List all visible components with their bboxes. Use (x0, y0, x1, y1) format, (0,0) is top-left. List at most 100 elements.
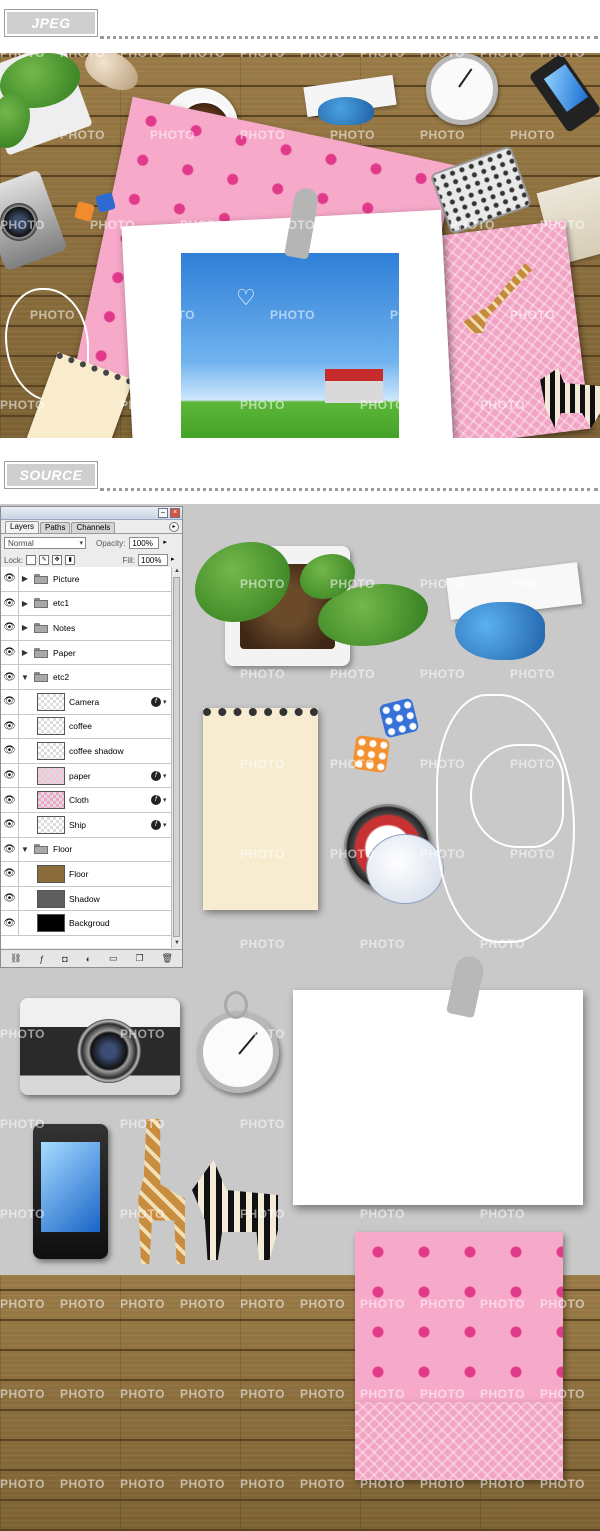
layer-row-floor-group[interactable]: 👁 ▼ Floor (1, 837, 171, 863)
minimize-button[interactable]: – (158, 508, 168, 518)
new-group-icon[interactable]: ▭ (109, 953, 118, 964)
layer-thumbnail (37, 889, 65, 908)
tab-layers[interactable]: Layers (5, 521, 40, 533)
fill-input[interactable]: 100% (138, 554, 168, 566)
visibility-eye-icon[interactable]: 👁 (1, 689, 19, 714)
visibility-eye-icon[interactable]: 👁 (1, 714, 19, 739)
effects-dropdown-icon[interactable]: ▾ (163, 772, 171, 780)
source-section-label: SOURCE (4, 461, 98, 489)
visibility-eye-icon[interactable]: 👁 (1, 640, 19, 665)
cloud-heart-icon: ♡ (236, 285, 256, 310)
layer-name: etc1 (53, 598, 70, 609)
layer-row-notes[interactable]: 👁 ▶ Notes (1, 616, 171, 641)
source-dotted-divider (100, 488, 598, 491)
layer-row-etc1[interactable]: 👁 ▶ etc1 (1, 591, 171, 617)
layer-row-background[interactable]: 👁 Backgroud (1, 911, 171, 936)
camera-lens (0, 203, 38, 241)
panel-menu-icon[interactable]: ▸ (169, 522, 179, 532)
layer-row-cloth[interactable]: 👁 Cloth f ▾ (1, 788, 171, 813)
lock-transparency-icon[interactable] (26, 555, 37, 565)
fill-arrow-icon[interactable]: ▸ (171, 554, 179, 566)
layer-effects-icon[interactable]: f (151, 770, 161, 781)
layer-name: Shadow (69, 893, 100, 904)
visibility-eye-icon[interactable]: 👁 (1, 763, 19, 788)
opacity-label: Opacity: (96, 538, 126, 548)
scroll-up-icon[interactable]: ▲ (172, 567, 182, 576)
expand-triangle-icon[interactable]: ▶ (19, 574, 31, 583)
layer-row-shadow[interactable]: 👁 Shadow (1, 886, 171, 912)
jpeg-dotted-divider (100, 36, 598, 39)
effects-dropdown-icon[interactable]: ▾ (163, 698, 171, 706)
opacity-arrow-icon[interactable]: ▸ (163, 537, 171, 549)
close-button[interactable]: × (170, 508, 180, 518)
layer-row-coffee-shadow[interactable]: 👁 coffee shadow (1, 739, 171, 764)
layer-effects-icon[interactable]: f (151, 696, 161, 707)
visibility-eye-icon[interactable]: 👁 (1, 788, 19, 812)
visibility-eye-icon[interactable]: 👁 (1, 812, 19, 837)
blue-bird-icon (318, 97, 374, 125)
layer-name: Floor (53, 844, 73, 855)
white-photo-frame (293, 990, 583, 1205)
collapse-triangle-icon[interactable]: ▼ (19, 845, 31, 854)
effects-dropdown-icon[interactable]: ▾ (163, 821, 171, 829)
layers-scrollbar[interactable]: ▲ ▼ (171, 567, 182, 948)
lock-position-icon[interactable]: ✥ (52, 555, 63, 565)
layers-list: 👁 ▶ Picture 👁 ▶ etc1 👁 ▶ Notes 👁 ▶ Paper (1, 567, 171, 948)
source-label-text: SOURCE (19, 467, 83, 483)
opacity-input[interactable]: 100% (129, 537, 160, 549)
visibility-eye-icon[interactable]: 👁 (1, 739, 19, 763)
add-mask-icon[interactable]: ◘ (62, 954, 67, 964)
visibility-eye-icon[interactable]: 👁 (1, 616, 19, 640)
layer-style-icon[interactable]: ƒ (39, 954, 44, 964)
layer-row-coffee[interactable]: 👁 coffee (1, 714, 171, 740)
folder-icon (34, 598, 48, 609)
layer-effects-icon[interactable]: f (151, 795, 161, 806)
tab-paths[interactable]: Paths (40, 522, 71, 533)
visibility-eye-icon[interactable]: 👁 (1, 567, 19, 591)
fill-label: Fill: (122, 555, 135, 565)
layers-panel-toolbar: ⛓ ƒ ◘ ◐ ▭ ❐ 🗑 (1, 949, 182, 967)
layer-row-paper[interactable]: 👁 paper f ▾ (1, 763, 171, 789)
jpeg-label-text: JPEG (31, 15, 71, 31)
effects-dropdown-icon[interactable]: ▾ (163, 796, 171, 804)
scrollbar-thumb[interactable] (173, 577, 180, 937)
visibility-eye-icon[interactable]: 👁 (1, 591, 19, 616)
adjustment-layer-icon[interactable]: ◐ (86, 954, 91, 964)
link-layers-icon[interactable]: ⛓ (10, 953, 21, 964)
tab-channels[interactable]: Channels (71, 522, 116, 533)
expand-triangle-icon[interactable]: ▶ (19, 599, 31, 608)
layer-row-camera[interactable]: 👁 Camera f ▾ (1, 689, 171, 715)
visibility-eye-icon[interactable]: 👁 (1, 837, 19, 862)
camera-lens (77, 1019, 141, 1083)
layer-name: Notes (53, 622, 76, 633)
lock-pixels-icon[interactable]: ✎ (39, 555, 50, 565)
lock-all-icon[interactable]: ▮ (65, 555, 76, 565)
blend-mode-select[interactable]: Normal (4, 537, 86, 550)
layer-name: Picture (53, 573, 80, 584)
expand-triangle-icon[interactable]: ▶ (19, 623, 31, 632)
layer-row-ship[interactable]: 👁 Ship f ▾ (1, 812, 171, 838)
visibility-eye-icon[interactable]: 👁 (1, 665, 19, 689)
layer-row-picture[interactable]: 👁 ▶ Picture (1, 567, 171, 592)
new-layer-icon[interactable]: ❐ (136, 953, 144, 964)
expand-triangle-icon[interactable]: ▶ (19, 648, 31, 657)
layer-effects-icon[interactable]: f (151, 819, 161, 830)
layer-row-paper-group[interactable]: 👁 ▶ Paper (1, 640, 171, 666)
visibility-eye-icon[interactable]: 👁 (1, 886, 19, 911)
scroll-down-icon[interactable]: ▼ (172, 939, 182, 948)
layer-name: Ship (69, 819, 87, 830)
visibility-eye-icon[interactable]: 👁 (1, 862, 19, 886)
wooden-giraffe-icon (138, 1119, 185, 1264)
layer-row-floor[interactable]: 👁 Floor (1, 862, 171, 887)
phone-screen (41, 1142, 100, 1232)
red-roof-house-icon (325, 369, 383, 403)
layer-name: Camera (69, 696, 100, 707)
panel-tabs: Layers Paths Channels ▸ (1, 520, 182, 534)
layer-row-etc2[interactable]: 👁 ▼ etc2 (1, 665, 171, 690)
delete-layer-icon[interactable]: 🗑 (162, 953, 173, 964)
collapse-triangle-icon[interactable]: ▼ (19, 673, 31, 682)
blue-bird-icon (455, 602, 545, 660)
visibility-eye-icon[interactable]: 👁 (1, 911, 19, 935)
panel-titlebar: – × (1, 507, 182, 520)
layer-thumbnail (37, 692, 65, 711)
